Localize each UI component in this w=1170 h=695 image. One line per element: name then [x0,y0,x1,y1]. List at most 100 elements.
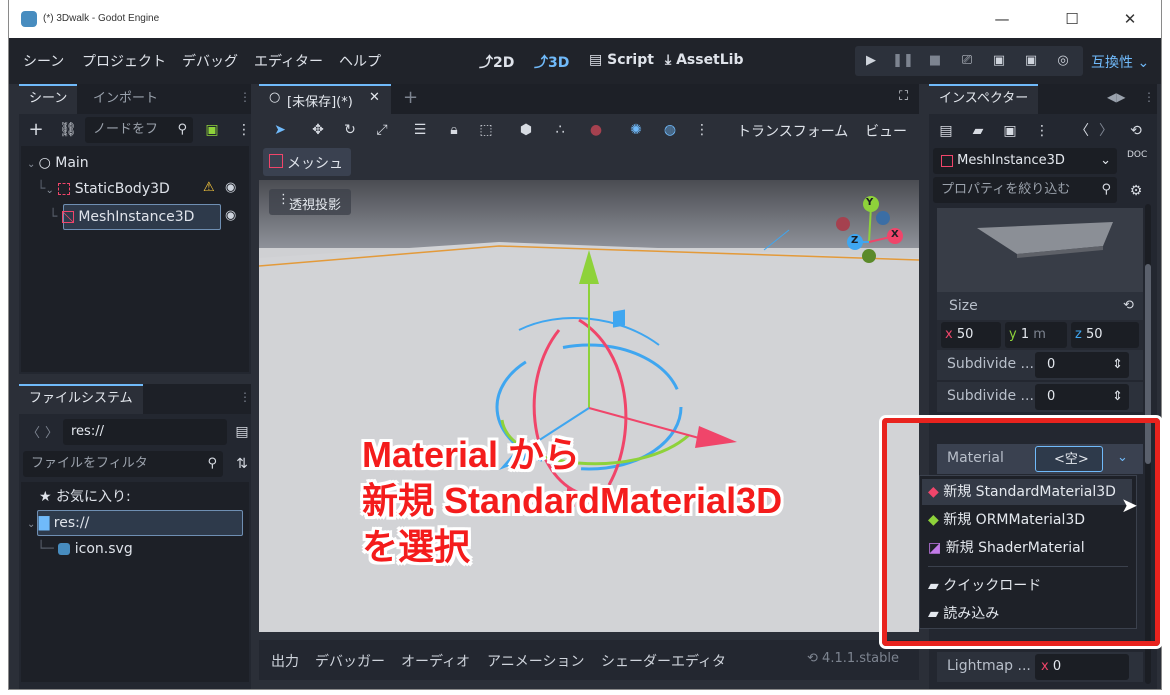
node-selector[interactable]: MeshInstance3D ⌄ [933,148,1117,174]
play-scene-icon[interactable]: ▣ [983,46,1015,76]
environment-preview-icon[interactable]: ◍ [659,119,681,141]
add-tab-icon[interactable]: + [403,87,418,108]
workspace-2d-button[interactable]: ⤴2D [479,52,514,72]
visibility-eye-icon[interactable]: ◉ [225,180,236,195]
window-title: (*) 3Dwalk - Godot Engine [43,13,160,24]
tab-filesystem[interactable]: ファイルシステム [19,384,143,414]
size-z-field[interactable]: z 50 [1071,322,1139,348]
camera-preview-icon[interactable]: ● [585,119,607,141]
sort-icon[interactable]: ⇅ [231,453,253,475]
movie-maker-icon[interactable]: ◎ [1047,46,1079,76]
tab-audio[interactable]: オーディオ [401,651,470,671]
tree-node-main[interactable]: ⌄ ○ Main [27,150,89,176]
new-resource-icon[interactable]: ▤ [935,120,957,142]
dock-menu-icon[interactable]: ⋮ [239,90,251,104]
tab-import[interactable]: インポート [83,84,168,114]
select-tool-icon[interactable]: ➤ [269,119,291,141]
workspace-script-button[interactable]: ▤ Script [589,52,654,68]
gizmo-x-label[interactable]: X [891,229,899,240]
history-forward-icon[interactable]: 〉 [1095,120,1117,142]
tab-animation[interactable]: アニメーション [487,651,584,671]
back-icon[interactable]: 〈 [27,422,40,441]
gizmo-z-label[interactable]: Z [851,235,858,246]
sun-preview-icon[interactable]: ✺ [625,119,647,141]
file-icon-svg-row[interactable]: └─ icon.svg [37,536,133,562]
subdivide-width-field[interactable]: 0 ⇕ [1035,352,1129,378]
forward-icon[interactable]: 〉 [45,422,58,441]
dock-menu-icon[interactable]: ⋮ [1143,90,1155,104]
download-icon: ⤓ [665,52,677,68]
object-history-icon[interactable]: ⟲ [1125,120,1147,142]
close-window-button[interactable]: ✕ [1107,0,1153,38]
scene-options-icon[interactable]: ⋮ [233,119,255,141]
history-back-icon[interactable]: 〈 [1071,120,1093,142]
node-filter-input[interactable]: ノードをフ ⚲ [85,117,193,143]
favorites-row[interactable]: ★ お気に入り: [39,484,131,510]
tab-debugger[interactable]: デバッガー [315,651,385,671]
scene-tree: ⌄ ○ Main └⌄ StaticBody3D ⚠ ◉ └ MeshInsta… [21,146,249,372]
tab-inspector[interactable]: インスペクター [929,84,1039,114]
close-tab-icon[interactable]: ✕ [369,90,380,105]
mesh-menu-button[interactable]: メッシュ [263,148,351,176]
menu-debug[interactable]: デバッグ [182,51,238,71]
path-field[interactable]: res:// [63,419,227,445]
remote-debug-icon[interactable]: ⎚ [951,46,983,76]
lightmap-row: Lightmap ... x 0 [937,652,1143,682]
property-tools-icon[interactable]: ⚙ [1125,180,1147,202]
more-options-icon[interactable]: ⋮ [691,119,713,141]
view-menu[interactable]: ビュー [865,121,907,141]
instance-scene-icon[interactable]: ▣ [201,119,223,141]
subdivide-depth-field[interactable]: 0 ⇕ [1035,384,1129,410]
file-filter-input[interactable]: ファイルをフィルタ ⚲ [23,451,223,477]
size-y-field[interactable]: y 1 m [1005,322,1067,348]
perspective-menu[interactable]: ⋮ 透視投影 [269,189,351,215]
local-space-icon[interactable]: ⬢ [515,119,537,141]
options-icon[interactable]: ⋮ [1031,120,1053,142]
warning-icon[interactable]: ⚠ [203,180,215,195]
gizmo-y-label[interactable]: Y [866,197,873,208]
doc-icon[interactable]: DOC [1127,150,1147,160]
menu-editor[interactable]: エディター [254,51,323,71]
play-icon[interactable]: ▶ [855,46,887,76]
tab-output[interactable]: 出力 [271,651,299,671]
link-icon[interactable]: ⛓ [57,119,79,141]
stop-icon[interactable]: ■ [919,46,951,76]
list-select-icon[interactable]: ☰ [409,119,431,141]
toggle-split-icon[interactable]: ▤ [231,421,253,443]
tab-scene[interactable]: シーン [19,84,78,114]
reset-icon[interactable]: ⟲ [1123,298,1134,313]
visibility-eye-icon[interactable]: ◉ [225,208,236,223]
maximize-button[interactable]: ☐ [1049,0,1095,38]
workspace-3d-button[interactable]: ⤴3D [534,52,569,72]
minimize-button[interactable]: — [979,0,1025,38]
group-icon[interactable]: ⬚ [475,119,497,141]
renderer-select[interactable]: 互換性 ⌄ [1091,52,1149,72]
tree-node-meshinstance3d[interactable]: └ MeshInstance3D [49,204,194,230]
menu-help[interactable]: ヘルプ [339,51,381,71]
lightmap-x-field[interactable]: x 0 [1035,654,1129,680]
scale-tool-icon[interactable]: ⤢ [371,119,393,141]
property-filter-input[interactable]: プロパティを絞り込む ⚲ [933,177,1117,203]
add-node-icon[interactable]: + [25,119,47,141]
dock-arrows-icon[interactable]: ◀▶ [1107,90,1125,104]
pause-icon[interactable]: ❚❚ [887,46,919,76]
workspace-assetlib-button[interactable]: ⤓ AssetLib [665,52,744,68]
tab-shader-editor[interactable]: シェーダーエディタ [601,651,726,671]
mesh-toolbar: メッシュ [259,148,919,178]
menu-project[interactable]: プロジェクト [82,51,166,71]
dock-menu-icon[interactable]: ⋮ [239,390,251,404]
play-custom-scene-icon[interactable]: ▣ [1015,46,1047,76]
save-icon[interactable]: ▣ [999,120,1021,142]
distraction-free-icon[interactable]: ⛶ [899,89,908,104]
folder-res-row[interactable]: ⌄ ▇ res:// [27,510,89,536]
lock-icon[interactable]: 🔒︎ [443,119,465,141]
rotate-tool-icon[interactable]: ↻ [339,119,361,141]
scene-tab[interactable]: ○ [未保存](*) ✕ [259,84,391,114]
transform-menu[interactable]: トランスフォーム [737,121,848,141]
open-folder-icon[interactable]: ▰ [967,120,989,142]
move-tool-icon[interactable]: ✥ [307,119,329,141]
size-x-field[interactable]: x 50 [941,322,1001,348]
tree-node-staticbody3d[interactable]: └⌄ StaticBody3D [37,176,170,202]
snap-icon[interactable]: ∴ [549,119,571,141]
menu-scene[interactable]: シーン [23,51,64,71]
